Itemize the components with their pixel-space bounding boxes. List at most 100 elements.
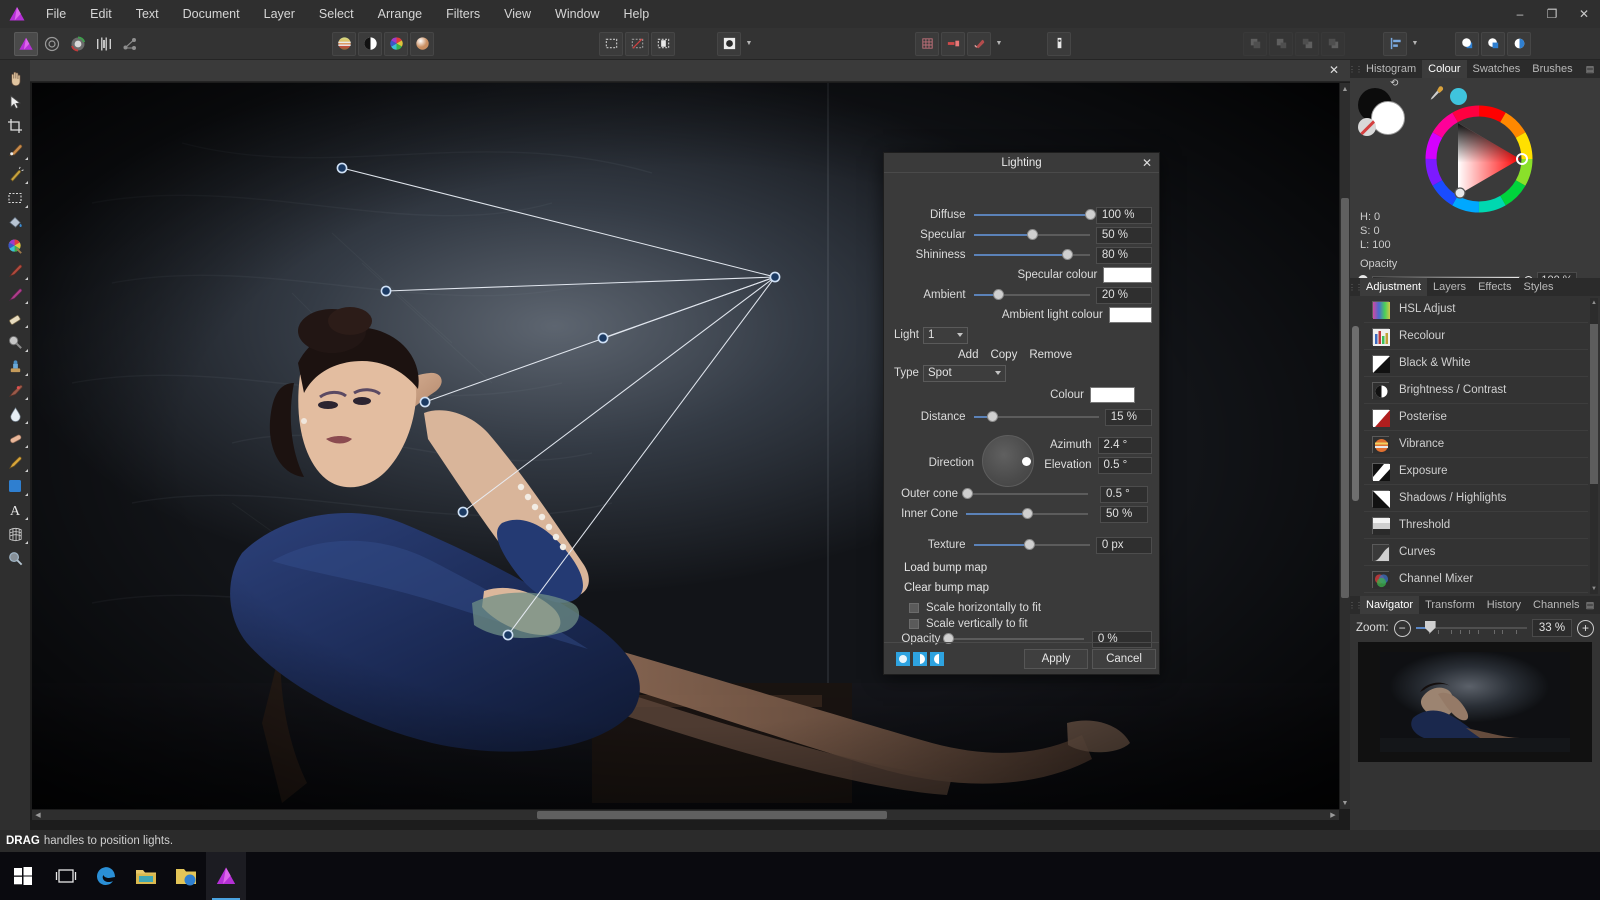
menu-file[interactable]: File	[34, 0, 78, 28]
selection-brush-tool[interactable]	[0, 138, 30, 162]
navigator-thumbnail[interactable]	[1358, 642, 1592, 762]
menu-select[interactable]: Select	[307, 0, 366, 28]
scroll-down-icon[interactable]: ▼	[1340, 797, 1350, 809]
tool-expand-triangle-icon[interactable]	[25, 469, 28, 472]
direction-wheel[interactable]	[982, 435, 1034, 487]
export-persona-button[interactable]	[118, 32, 142, 56]
specular-value[interactable]: 50 %	[1095, 226, 1152, 244]
scale-horizontally-checkbox[interactable]	[909, 603, 919, 613]
diffuse-slider[interactable]	[973, 208, 1096, 222]
adjustment-item-hsl-adjust[interactable]: HSL Adjust	[1364, 296, 1588, 323]
zoom-slider-handle[interactable]	[1424, 621, 1436, 633]
deselect-icon-button[interactable]	[625, 31, 649, 56]
menu-view[interactable]: View	[492, 0, 543, 28]
tab-layers[interactable]: Layers	[1427, 278, 1472, 296]
edge-button[interactable]	[86, 852, 126, 900]
menu-window[interactable]: Window	[543, 0, 611, 28]
tab-adjustment[interactable]: Adjustment	[1360, 278, 1428, 296]
menu-filters[interactable]: Filters	[434, 0, 492, 28]
menu-help[interactable]: Help	[612, 0, 662, 28]
tab-styles[interactable]: Styles	[1518, 278, 1560, 296]
texture-value[interactable]: 0 px	[1095, 536, 1152, 554]
align-icon-button[interactable]	[1383, 31, 1407, 56]
flood-select-tool[interactable]	[0, 162, 30, 186]
vertical-scrollbar[interactable]: ▲ ▼	[1340, 83, 1350, 809]
magnet-dropdown-caret-icon[interactable]: ▼	[993, 32, 1005, 56]
tab-histogram[interactable]: Histogram	[1360, 60, 1422, 78]
load-bump-map-button[interactable]: Load bump map	[898, 559, 993, 577]
tone-mapping-persona-button[interactable]	[92, 32, 116, 56]
distance-slider[interactable]	[973, 410, 1099, 424]
move-backward-icon-button[interactable]	[1295, 31, 1319, 56]
tool-expand-triangle-icon[interactable]	[25, 397, 28, 400]
menu-document[interactable]: Document	[171, 0, 252, 28]
pixel-tool[interactable]	[0, 282, 30, 306]
menu-arrange[interactable]: Arrange	[366, 0, 434, 28]
scroll-left-icon[interactable]: ◀	[32, 810, 44, 820]
marquee-tool[interactable]	[0, 186, 30, 210]
menu-layer[interactable]: Layer	[252, 0, 307, 28]
no-colour-swatch[interactable]	[1358, 118, 1376, 136]
view-tool[interactable]	[0, 66, 30, 90]
flood-fill-tool[interactable]	[0, 210, 30, 234]
tool-expand-triangle-icon[interactable]	[25, 445, 28, 448]
colour-wheel-icon-button[interactable]	[384, 31, 408, 56]
adjustment-item-black-white[interactable]: Black & White	[1364, 350, 1588, 377]
invert-selection-icon-button[interactable]	[651, 31, 675, 56]
zoom-value[interactable]: 33 %	[1532, 619, 1572, 637]
zoom-tool[interactable]	[0, 546, 30, 570]
elevation-value[interactable]: 0.5 °	[1097, 456, 1152, 474]
tool-expand-triangle-icon[interactable]	[25, 373, 28, 376]
tool-expand-triangle-icon[interactable]	[25, 181, 28, 184]
folder-button[interactable]	[166, 852, 206, 900]
grid-icon-button[interactable]	[915, 31, 939, 56]
add-light-button[interactable]: Add	[958, 349, 978, 361]
gradient-tool[interactable]	[0, 234, 30, 258]
zoom-in-button[interactable]: +	[1577, 619, 1594, 637]
azimuth-value[interactable]: 2.4 °	[1097, 436, 1152, 454]
pixel-brush-icon-button[interactable]	[1047, 31, 1071, 56]
vertical-scroll-thumb[interactable]	[1341, 198, 1349, 598]
tab-colour[interactable]: Colour	[1422, 60, 1467, 78]
scale-vertically-checkbox[interactable]	[909, 619, 919, 629]
rectangle-tool[interactable]	[0, 474, 30, 498]
contrast-icon-button[interactable]	[358, 31, 382, 56]
adjustment-item-exposure[interactable]: Exposure	[1364, 458, 1588, 485]
adjustment-item-vibrance[interactable]: Vibrance	[1364, 431, 1588, 458]
tool-expand-triangle-icon[interactable]	[25, 349, 28, 352]
specular-colour-swatch[interactable]	[1103, 267, 1152, 283]
adjustment-item-recolour[interactable]: Recolour	[1364, 323, 1588, 350]
snapping-icon-button[interactable]	[941, 31, 965, 56]
smudge-brush-tool[interactable]	[0, 426, 30, 450]
scale-vertically-row[interactable]: Scale vertically to fit	[909, 616, 1028, 632]
close-button[interactable]: ✕	[1568, 0, 1600, 28]
lighting-dialog-close-icon[interactable]: ✕	[1139, 155, 1155, 171]
paint-brush-tool[interactable]	[0, 258, 30, 282]
tool-expand-triangle-icon[interactable]	[25, 517, 28, 520]
photo-persona-button[interactable]	[14, 31, 38, 56]
tool-expand-triangle-icon[interactable]	[25, 157, 28, 160]
scroll-up-icon[interactable]: ▲	[1340, 83, 1350, 95]
colour-panel-menu-icon[interactable]: ▤	[1584, 63, 1596, 75]
cancel-button[interactable]: Cancel	[1092, 648, 1156, 669]
light-colour-swatch[interactable]	[1090, 387, 1135, 403]
zoom-slider[interactable]	[1415, 621, 1527, 635]
tool-expand-triangle-icon[interactable]	[25, 421, 28, 424]
move-forward-icon-button[interactable]	[1269, 31, 1293, 56]
adjustment-scrollbar[interactable]: ▲ ▼	[1590, 298, 1598, 594]
gradient-sphere-icon-button[interactable]	[410, 31, 434, 56]
inner-cone-slider[interactable]	[966, 507, 1088, 521]
boolean-add-icon-button[interactable]	[1455, 31, 1479, 56]
marquee-icon-button[interactable]	[599, 31, 623, 56]
panel-grip-icon[interactable]: ⋮⋮	[1348, 596, 1363, 614]
tool-expand-triangle-icon[interactable]	[25, 277, 28, 280]
zoom-out-button[interactable]: −	[1393, 619, 1411, 637]
tool-expand-triangle-icon[interactable]	[25, 301, 28, 304]
tool-expand-triangle-icon[interactable]	[25, 541, 28, 544]
task-view-button[interactable]	[46, 852, 86, 900]
scale-horizontally-row[interactable]: Scale horizontally to fit	[909, 600, 1041, 616]
adjustment-scroll-thumb[interactable]	[1590, 324, 1598, 484]
tab-transform[interactable]: Transform	[1419, 596, 1481, 614]
light-select[interactable]: 1	[923, 326, 968, 344]
file-explorer-button[interactable]	[126, 852, 166, 900]
